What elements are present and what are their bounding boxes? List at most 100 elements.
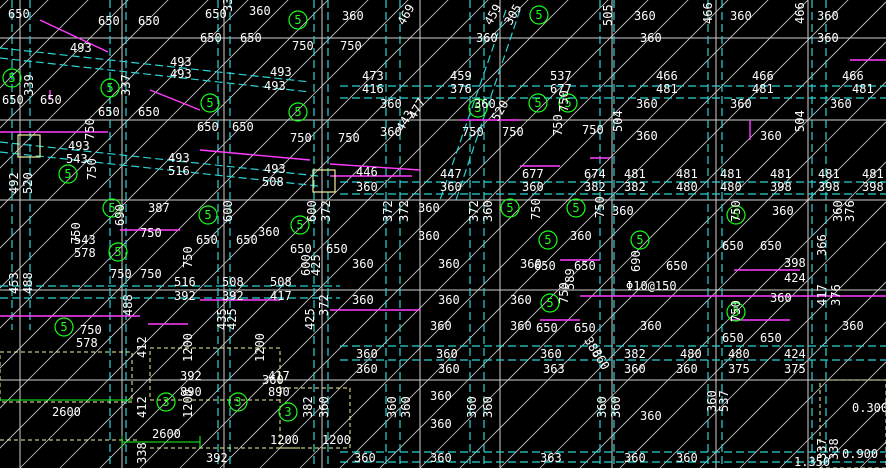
dimension-label: 1200 [270,433,299,447]
dimension-label: 481 [818,167,840,181]
dimension-label: 398 [818,180,840,194]
dimension-label: 412 [135,336,149,358]
dimension-label: 360 [430,451,452,465]
dimension-label: 360 [595,396,609,418]
dimension-label: 398 [862,180,884,194]
dimension-label: 589 [563,268,577,290]
dimension-label: 505 [601,4,615,26]
marker-label: 5 [546,296,553,310]
dimension-label: 360 [380,97,402,111]
dimension-label: 480 [728,347,750,361]
dimension-label: 360 [624,451,646,465]
dimension-label: 392 [174,289,196,303]
dimension-label: 372 [381,200,395,222]
dimension-label: 372 [319,200,333,222]
structural-plan-canvas[interactable]: 5555555 5555555555555553 33 650 650 650 650 36… [0,0,886,468]
marker-label: 5 [204,208,211,222]
marker-label: 3 [284,405,291,419]
dimension-label: 339 [22,74,36,96]
dimension-label: 424 [784,347,806,361]
dimension-label: 650 [534,259,556,273]
dimension-label: 650 [40,93,62,107]
dimension-label: 360 [356,362,378,376]
dimension-label: 650 [200,31,222,45]
dimension-label: 504 [793,110,807,132]
dimension-label: 516 [174,275,196,289]
marker-circle: 5 [630,230,650,250]
dimension-label: 481 [720,167,742,181]
dimension-label: 750 [502,125,524,139]
dimension-label: 360 [634,9,656,23]
dimension-label: 674 [584,167,606,181]
dimension-label: 650 [574,321,596,335]
dimension-label: 1200 [253,333,267,362]
dimension-label: 360 [522,180,544,194]
marker-label: 5 [8,71,15,85]
dimension-label: 1200 [181,389,195,418]
dimension-label: 493 [270,65,292,79]
dimension-label: 459 [450,69,472,83]
dimension-label: 516 [168,164,190,178]
dimension-label: 398 [770,180,792,194]
dimension-label: 360 [418,201,440,215]
marker-circle: 5 [500,198,520,218]
dimension-label: 650 [666,259,688,273]
dimension-label: 650 [536,321,558,335]
dimension-label: 424 [784,271,806,285]
dimension-label: 493 [170,67,192,81]
dimension-label: 360 [772,204,794,218]
dimension-label: 360 [317,396,331,418]
dimension-label: 360 [465,396,479,418]
dimension-label: 480 [680,347,702,361]
dimension-label: 469 [394,2,417,28]
dimension-label: 750 [80,323,102,337]
marker-label: 5 [296,218,303,232]
dimension-label: 425 [303,308,317,330]
dimension-label: 360 [356,347,378,361]
dimension-label: 508 [262,175,284,189]
marker-circle: 5 [528,93,548,113]
marker-label: 5 [544,233,551,247]
dimension-label: 650 [2,93,24,107]
dimension-label: 504 [611,110,625,132]
dimension-label: 360 [418,229,440,243]
dimension-label: 360 [640,319,662,333]
dimension-label: 650 [138,105,160,119]
dimension-label: 750 [83,118,97,140]
dimension-label: 650 [236,233,258,247]
dimension-label: 425 [225,308,239,330]
marker-label: 5 [294,13,301,27]
dimension-label: 481 [862,167,884,181]
dimension-label: 750 [140,226,162,240]
dimension-label: 508 [222,275,244,289]
dimension-label: 360 [730,9,752,23]
dimension-label: 493 [264,162,286,176]
dimension-label: 366 [815,234,829,256]
dimension-label: 750 [582,123,604,137]
marker-circle: 5 [288,10,308,30]
dimension-label: 360 [817,31,839,45]
dimension-label: 466 [793,2,807,24]
dimension-label: 750 [85,158,99,180]
marker-circle: 5 [2,68,22,88]
dimension-label: 578 [76,336,98,350]
dimension-label: 372 [397,200,411,222]
dimension-label: 360 [438,362,460,376]
dimension-label: 360 [830,97,852,111]
marker-label: 5 [636,233,643,247]
dimension-label: 650 [8,7,30,21]
dimension-label: 360 [624,362,646,376]
dimension-label: 360 [430,417,452,431]
dimension-label: 493 [68,139,90,153]
marker-label: 3 [162,395,169,409]
dimension-label: 650 [240,31,262,45]
dimension-label: 360 [636,129,658,143]
dimension-label: 473 [362,69,384,83]
column-box [312,169,336,193]
dimension-label: 425 [309,254,323,276]
dimension-label: 376 [829,284,843,306]
marker-circle: 5 [108,242,128,262]
dimension-label: 1200 [181,333,195,362]
cad-drawing-viewport[interactable]: 5555555555555555555555333 650 650 650 650 36… [0,0,886,468]
dimension-label: 466 [842,69,864,83]
